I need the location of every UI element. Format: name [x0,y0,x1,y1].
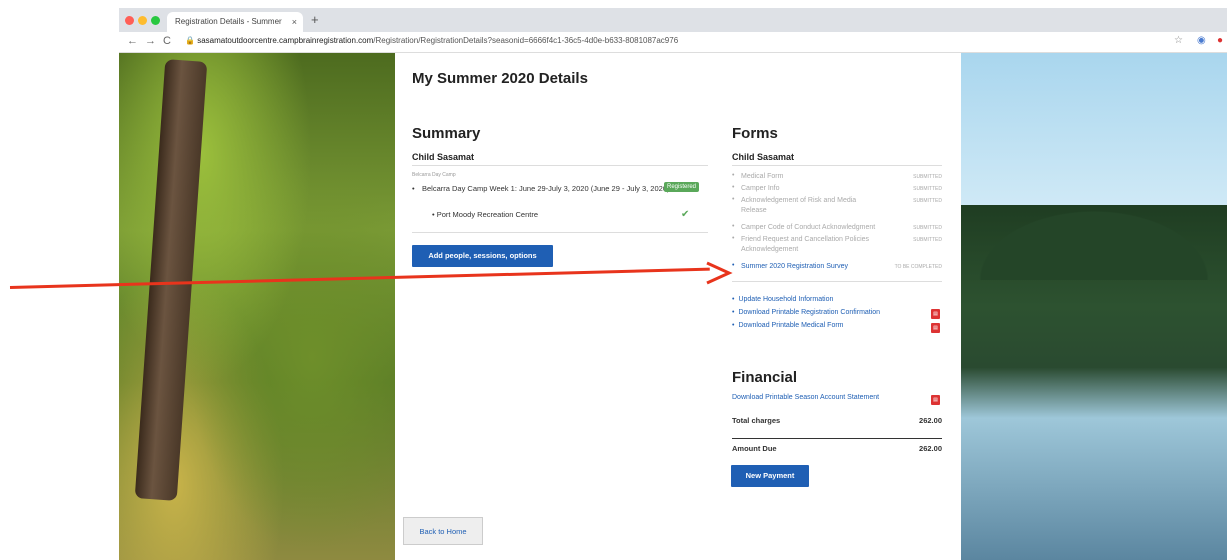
pdf-icon[interactable]: ▤ [931,323,940,333]
divider [732,281,942,282]
form-item-name: Medical Form [741,173,784,180]
total-charges-value: 262.00 [919,416,942,425]
url-path: /Registration/RegistrationDetails?season… [373,36,679,45]
bookmark-star-icon[interactable]: ☆ [1174,35,1183,46]
close-window-dot[interactable] [125,16,134,25]
form-item-name: Camper Info [741,185,780,192]
form-item-status: TO BE COMPLETED [894,264,942,270]
location-text: • Port Moody Recreation Centre [432,210,539,219]
form-item-name: Camper Code of Conduct Acknowledgment [741,224,876,231]
link-label: Download Printable Registration Confirma… [738,309,881,316]
account-statement-link[interactable]: Download Printable Season Account Statem… [732,394,879,401]
total-charges-row: Total charges 262.00 [732,416,942,425]
form-item-status: SUBMITTED [913,237,942,243]
url-field[interactable]: 🔒 sasamatoutdoorcentre.campbrainregistra… [185,36,678,45]
add-people-button[interactable]: Add people, sessions, options [412,245,553,267]
link-label: Update Household Information [738,296,834,303]
lake-background [961,53,1227,560]
maximize-window-dot[interactable] [151,16,160,25]
total-charges-label: Total charges [732,416,781,425]
address-bar-row: ← → C 🔒 sasamatoutdoorcentre.campbrainre… [119,32,1227,53]
content-card: My Summer 2020 Details Summary Child Sas… [396,53,961,553]
page-title: My Summer 2020 Details [412,70,588,87]
extension-red-icon[interactable]: ● [1217,35,1223,46]
update-household-link[interactable]: • Update Household Information [732,296,833,303]
extension-shield-icon[interactable]: ◉ [1197,35,1206,46]
amount-due-label: Amount Due [732,444,777,453]
summary-heading: Summary [412,125,481,142]
link-label: Download Printable Medical Form [738,322,844,329]
form-item-name: Acknowledgement of Risk and Media Releas… [741,197,857,214]
amount-due-value: 262.00 [919,444,942,453]
check-icon: ✔ [681,209,690,220]
mountain-ridge [961,200,1227,280]
pdf-icon[interactable]: ▤ [931,395,940,405]
browser-tab[interactable]: Registration Details - Summer × [167,12,303,32]
minimize-window-dot[interactable] [138,16,147,25]
medical-form-link[interactable]: • Download Printable Medical Form [732,322,844,329]
session-text: Belcarra Day Camp Week 1: June 29-July 3… [422,184,670,193]
divider [412,232,708,233]
pdf-icon[interactable]: ▤ [931,309,940,319]
amount-due-row: Amount Due 262.00 [732,444,942,453]
close-tab-icon[interactable]: × [292,12,297,32]
url-host: sasamatoutdoorcentre.campbrainregistrati… [197,36,374,45]
form-item-status: SUBMITTED [913,198,942,204]
form-item-name: Summer 2020 Registration Survey [741,263,848,270]
location-name: Port Moody Recreation Centre [436,210,539,219]
forms-child-name: Child Sasamat [732,152,795,162]
form-item-status: SUBMITTED [913,174,942,180]
status-badge: Registered [664,182,700,192]
form-item-status: SUBMITTED [913,186,942,192]
browser-tab-strip: Registration Details - Summer × + [119,8,1227,32]
summary-child-name: Child Sasamat [412,152,475,162]
new-payment-button[interactable]: New Payment [731,465,809,487]
reload-icon[interactable]: C [163,35,171,47]
financial-heading: Financial [732,369,798,386]
back-arrow-icon[interactable]: ← [127,35,138,47]
divider [412,165,708,166]
forms-heading: Forms [732,125,778,142]
new-tab-button[interactable]: + [311,12,319,27]
registration-confirmation-link[interactable]: • Download Printable Registration Confirm… [732,309,880,316]
camp-label: Belcarra Day Camp [412,172,456,178]
form-item-name: Friend Request and Cancellation Policies… [741,236,870,253]
back-to-home-button[interactable]: Back to Home [403,517,483,545]
annotation-arrow-head [706,261,733,285]
browser-tab-title: Registration Details - Summer [175,17,282,26]
divider [732,438,942,439]
divider [732,165,942,166]
forward-arrow-icon[interactable]: → [145,35,156,47]
form-item-status: SUBMITTED [913,225,942,231]
